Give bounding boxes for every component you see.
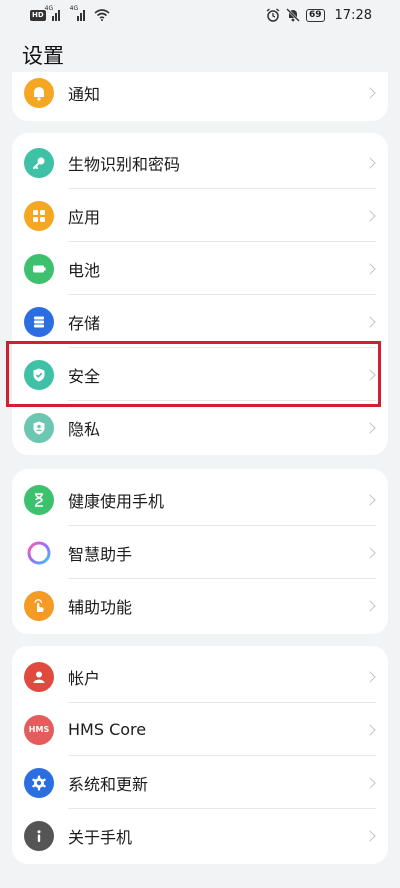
bell-icon (24, 77, 54, 108)
hms-icon-text: HMS (28, 725, 50, 734)
chevron-right-icon (364, 86, 376, 99)
chevron-right-icon (364, 776, 376, 789)
chevron-right-icon (364, 315, 376, 328)
chevron-right-icon (364, 493, 376, 506)
item-label: 关于手机 (68, 827, 133, 847)
settings-item-apps[interactable]: 应用 (12, 189, 388, 242)
settings-group-2: 生物识别和密码 应用 电池 存储 安全 隐私 (12, 133, 388, 455)
chevron-right-icon (364, 546, 376, 559)
item-label: 生物识别和密码 (68, 154, 181, 174)
shield-check-icon (24, 359, 54, 390)
item-label: 通知 (68, 84, 101, 104)
alarm-icon (266, 8, 280, 22)
battery-indicator: 69 (306, 8, 325, 22)
settings-item-battery[interactable]: 电池 (12, 242, 388, 295)
item-label: 辅助功能 (68, 597, 133, 617)
signal-icon: 4G (45, 5, 63, 21)
info-icon (24, 820, 54, 851)
settings-item-account[interactable]: 帐户 (12, 650, 388, 703)
item-label: 电池 (68, 260, 101, 280)
settings-item-notifications[interactable]: 通知 (12, 72, 388, 119)
storage-icon (24, 306, 54, 337)
settings-group-1: 通知 (12, 72, 388, 121)
settings-item-system-update[interactable]: 系统和更新 (12, 756, 388, 809)
item-label: 系统和更新 (68, 774, 149, 794)
page-title: 设置 (22, 44, 64, 68)
chevron-right-icon (364, 723, 376, 736)
gear-icon (24, 767, 54, 798)
settings-group-3: 健康使用手机 智慧助手 辅助功能 (12, 469, 388, 634)
hd-badge: HD (30, 9, 46, 21)
chevron-right-icon (364, 829, 376, 842)
chevron-right-icon (364, 262, 376, 275)
settings-item-privacy[interactable]: 隐私 (12, 401, 388, 454)
battery-icon (24, 253, 54, 284)
item-label: HMS Core (68, 720, 147, 739)
settings-item-storage[interactable]: 存储 (12, 295, 388, 348)
mute-bell-icon (286, 8, 300, 22)
chevron-right-icon (364, 599, 376, 612)
chevron-right-icon (364, 209, 376, 222)
assistant-ring-icon (24, 537, 54, 568)
item-label: 帐户 (68, 668, 101, 688)
status-bar: HD 4G 4G 69 17:28 (0, 0, 400, 30)
hand-tap-icon (24, 590, 54, 621)
settings-item-digital-balance[interactable]: 健康使用手机 (12, 473, 388, 526)
item-label: 健康使用手机 (68, 491, 165, 511)
settings-group-4: 帐户 HMS HMS Core 系统和更新 关于手机 (12, 646, 388, 864)
apps-grid-icon (24, 200, 54, 231)
chevron-right-icon (364, 421, 376, 434)
chevron-right-icon (364, 670, 376, 683)
settings-item-about-phone[interactable]: 关于手机 (12, 809, 388, 862)
item-label: 安全 (68, 366, 101, 386)
item-label: 存储 (68, 313, 101, 333)
chevron-right-icon (364, 368, 376, 381)
settings-item-assistant[interactable]: 智慧助手 (12, 526, 388, 579)
signal-icon-2: 4G (70, 5, 88, 21)
key-icon (24, 147, 54, 178)
settings-item-security[interactable]: 安全 (12, 348, 388, 401)
user-icon (24, 661, 54, 692)
chevron-right-icon (364, 156, 376, 169)
item-label: 应用 (68, 207, 101, 227)
hms-icon: HMS (24, 714, 54, 745)
hourglass-icon (24, 484, 54, 515)
item-label: 智慧助手 (68, 544, 133, 564)
clock: 17:28 (334, 7, 372, 23)
settings-item-hms-core[interactable]: HMS HMS Core (12, 703, 388, 756)
item-label: 隐私 (68, 419, 101, 439)
privacy-shield-icon (24, 412, 54, 443)
wifi-icon (94, 9, 110, 21)
settings-item-accessibility[interactable]: 辅助功能 (12, 579, 388, 632)
settings-item-biometrics[interactable]: 生物识别和密码 (12, 136, 388, 189)
